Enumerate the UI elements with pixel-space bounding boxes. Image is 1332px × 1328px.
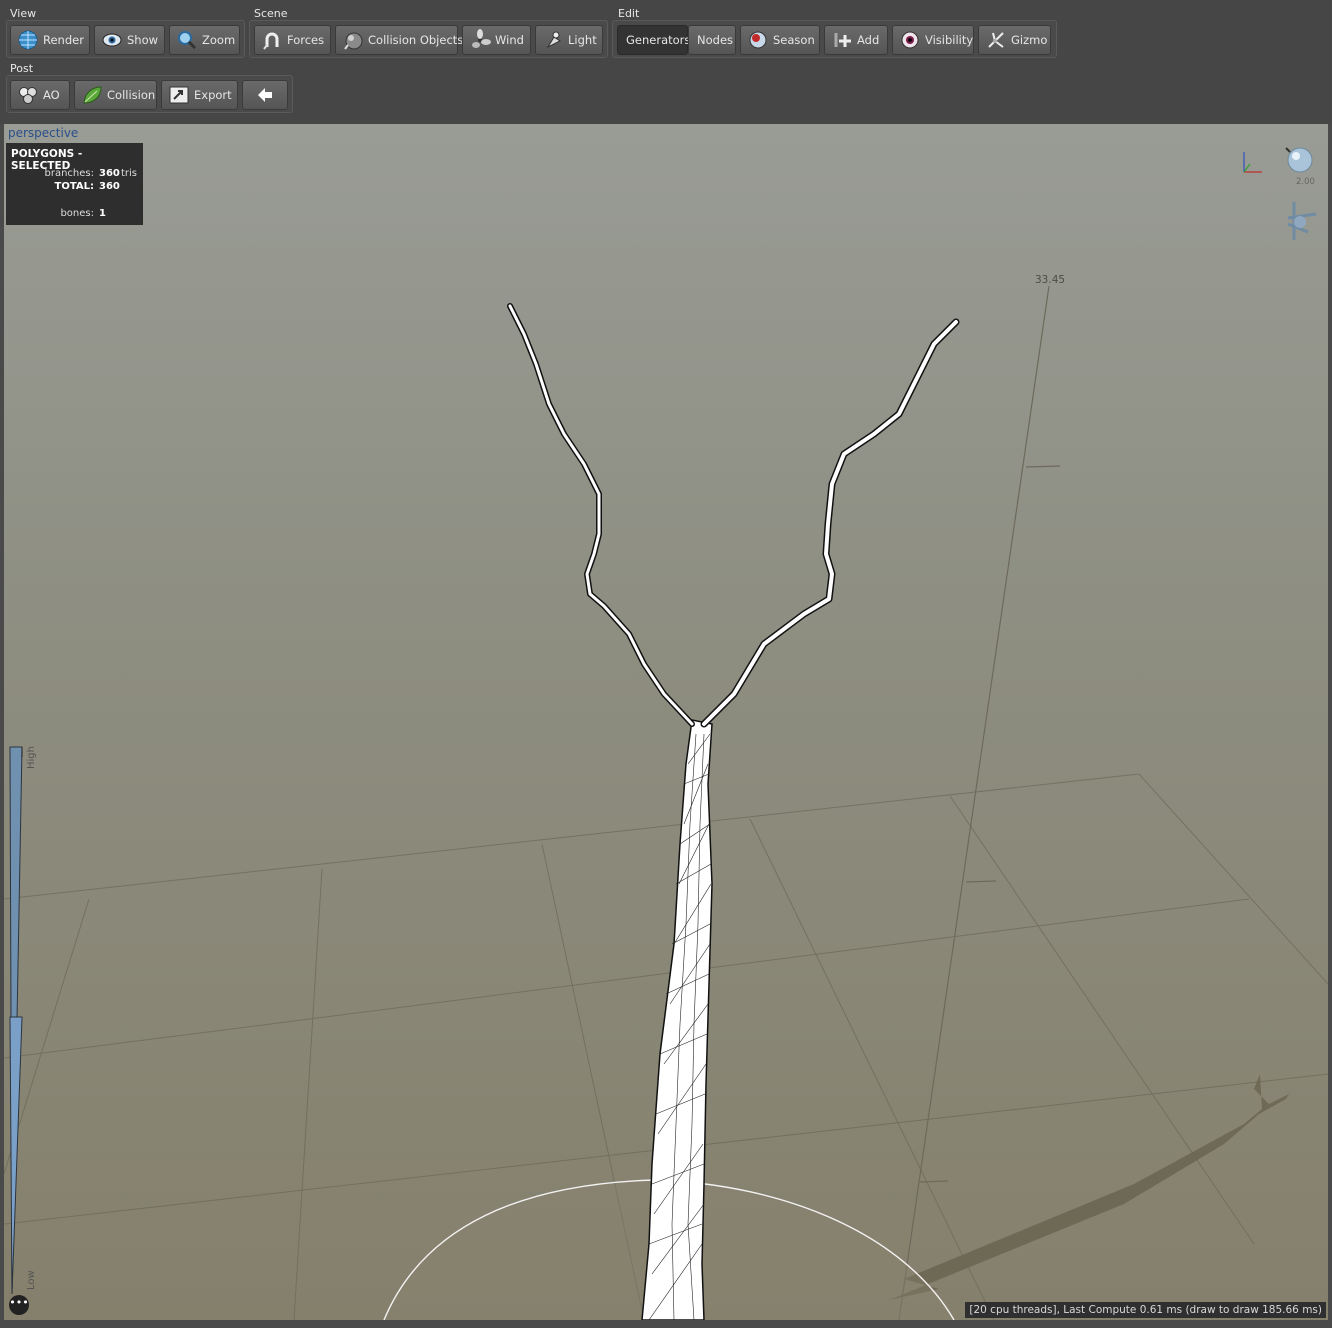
post-group-label: Post [10, 62, 34, 75]
collision-label: Collision [107, 88, 156, 102]
arrow-left-icon [254, 84, 276, 106]
more-options-button[interactable]: ••• [9, 1295, 29, 1315]
light-label: Light [568, 33, 597, 47]
zoom-label: Zoom [202, 33, 236, 47]
zoom-button[interactable]: Zoom [169, 25, 240, 55]
wind-label: Wind [495, 33, 524, 47]
collision-objects-button[interactable]: Collision Objects [335, 25, 463, 55]
render-button[interactable]: Render [10, 25, 90, 55]
status-bar: [20 cpu threads], Last Compute 0.61 ms (… [965, 1302, 1326, 1318]
edit-group-label: Edit [618, 7, 640, 20]
bones-value: 1 [99, 208, 106, 219]
eye-icon [101, 29, 123, 51]
visibility-button[interactable]: Visibility [892, 25, 974, 55]
sphere-icon [342, 29, 364, 51]
add-icon [831, 29, 853, 51]
eyeball-icon [899, 29, 921, 51]
season-icon [747, 29, 769, 51]
export-label: Export [194, 88, 232, 102]
forces-label: Forces [287, 33, 325, 47]
view-group-label: View [10, 7, 37, 20]
height-gauge [898, 285, 1061, 1320]
season-label: Season [773, 33, 815, 47]
wind-button[interactable]: Wind [462, 25, 531, 55]
lamp-icon [542, 29, 564, 51]
3d-viewport[interactable]: 33.45 High Low 2.00 perspective POLYGONS… [4, 124, 1328, 1320]
branches-label: branches: [44, 168, 95, 179]
tree-mesh [507, 303, 960, 1320]
add-button[interactable]: Add [824, 25, 888, 55]
bottom-border [0, 1320, 1332, 1328]
light-intensity: 2.00 [1296, 177, 1315, 187]
show-button[interactable]: Show [94, 25, 165, 55]
visibility-label: Visibility [925, 33, 974, 47]
collision-objects-label: Collision Objects [368, 33, 464, 47]
lod-bar [9, 746, 23, 1295]
globe-icon [17, 29, 39, 51]
nodes-tab[interactable]: Nodes [688, 25, 736, 55]
leaf-icon [81, 84, 103, 106]
export-icon [168, 84, 190, 106]
ao-button[interactable]: AO [10, 80, 70, 110]
forces-button[interactable]: Forces [254, 25, 331, 55]
branches-unit: tris [121, 168, 138, 179]
ao-icon [17, 84, 39, 106]
total-value: 360 [99, 181, 120, 192]
light-button[interactable]: Light [535, 25, 603, 55]
bones-label: bones: [60, 208, 94, 219]
stats-panel: POLYGONS - SELECTED branches: 360 tris T… [6, 143, 143, 225]
export-button[interactable]: Export [161, 80, 238, 110]
axis-gizmo-icon [1243, 152, 1262, 173]
gizmo-button[interactable]: Gizmo [978, 25, 1051, 55]
collision-button[interactable]: Collision [74, 80, 157, 110]
fan-icon [469, 29, 491, 51]
scene-group-label: Scene [254, 7, 288, 20]
light-bulb-icon [1285, 147, 1313, 173]
show-label: Show [127, 33, 159, 47]
gizmo-label: Gizmo [1011, 33, 1048, 47]
branches-value: 360 [99, 168, 120, 179]
viewport-gizmo-icon [1287, 202, 1317, 240]
season-button[interactable]: Season [740, 25, 820, 55]
add-label: Add [857, 33, 880, 47]
magnet-icon [261, 29, 283, 51]
toolbar: View Render Show Zoom Scene Forces Colli… [0, 0, 1332, 124]
nodes-label: Nodes [697, 33, 734, 47]
gizmo-icon [985, 29, 1007, 51]
render-label: Render [43, 33, 84, 47]
generators-tab[interactable]: Generators [617, 25, 691, 55]
lod-high-label: High [26, 746, 37, 769]
magnifier-icon [176, 29, 198, 51]
back-button[interactable] [242, 80, 288, 110]
scene-canvas: 33.45 High Low 2.00 [4, 147, 1328, 1320]
ao-label: AO [43, 88, 60, 102]
lod-low-label: Low [26, 1270, 37, 1290]
camera-mode-label[interactable]: perspective [8, 126, 78, 140]
generators-label: Generators [626, 33, 691, 47]
tree-shadow [889, 1074, 1289, 1300]
height-marker: 33.45 [1035, 274, 1065, 286]
total-label: TOTAL: [54, 181, 94, 192]
